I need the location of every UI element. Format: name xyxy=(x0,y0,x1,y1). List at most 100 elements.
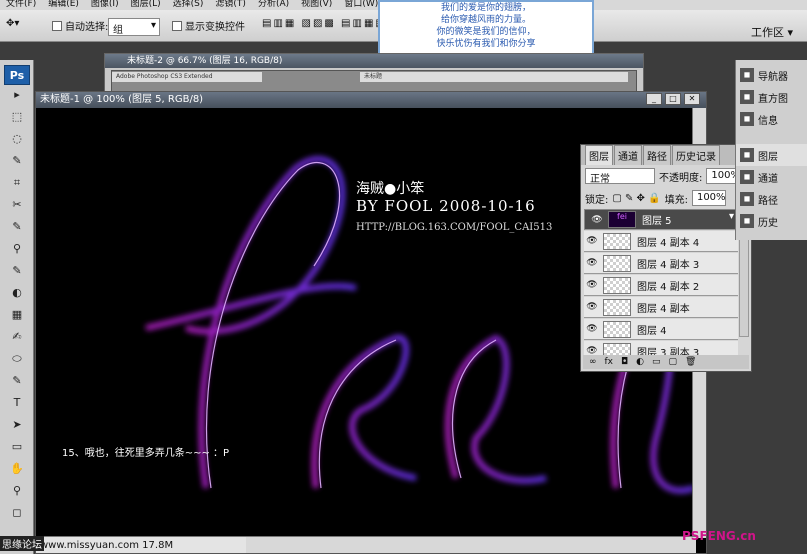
tool-icon[interactable]: ✎ xyxy=(9,154,25,168)
menu-item[interactable]: 文件(F) xyxy=(6,0,36,9)
layer-thumbnail xyxy=(603,254,631,272)
tool-icon[interactable]: ◌ xyxy=(9,132,25,146)
dock-label: 路径 xyxy=(758,195,778,207)
tool-icon[interactable]: ▸ xyxy=(9,88,25,102)
layer-row[interactable]: 👁 图层 4 副本 xyxy=(584,297,738,318)
dock-item[interactable]: ◼ 直方图 xyxy=(736,86,807,108)
canvas-title: 海贼●小笨 xyxy=(356,181,425,197)
tool-icon[interactable]: ✂ xyxy=(9,198,25,212)
menu-item[interactable]: 图层(L) xyxy=(131,0,161,9)
dock-item[interactable]: ◼ 通道 xyxy=(736,166,807,188)
tab-1[interactable]: 通道 xyxy=(614,145,642,165)
maximize-button[interactable]: □ xyxy=(665,93,681,105)
layer-name: 图层 4 副本 4 xyxy=(637,237,700,249)
auto-select-label: 自动选择: xyxy=(65,22,109,33)
panel-footer-icon[interactable]: ◐ xyxy=(636,357,644,367)
dock-item[interactable]: ◼ 信息 xyxy=(736,108,807,130)
tool-icon[interactable]: ✍ xyxy=(9,330,25,344)
canvas-byline: BY FOOL 2008-10-16 xyxy=(356,197,536,215)
canvas-url: HTTP://BLOG.163.COM/FOOL_CAI513 xyxy=(356,222,553,233)
menu-item[interactable]: 窗口(W) xyxy=(344,0,378,9)
layer-row[interactable]: 👁 图层 4 副本 4 xyxy=(584,231,738,252)
layer-row[interactable]: 👁 图层 4 副本 2 xyxy=(584,275,738,296)
eye-icon[interactable]: 👁 xyxy=(584,236,600,246)
dock-icon: ◼ xyxy=(740,170,754,184)
tool-icon[interactable]: ▦ xyxy=(9,308,25,322)
dock-item[interactable]: ◼ 导航器 xyxy=(736,64,807,86)
tool-icon[interactable]: ✎ xyxy=(9,374,25,388)
panel-footer-icon[interactable]: ∞ xyxy=(589,357,597,367)
layer-thumbnail xyxy=(603,276,631,294)
tool-icon[interactable]: T xyxy=(9,396,25,410)
tab-3[interactable]: 历史记录 xyxy=(672,145,720,165)
eye-icon[interactable]: 👁 xyxy=(584,302,600,312)
tool-icon[interactable]: ✎ xyxy=(9,220,25,234)
layer-thumbnail xyxy=(603,232,631,250)
minimize-button[interactable]: _ xyxy=(646,93,662,105)
tool-icon[interactable]: ⚲ xyxy=(9,242,25,256)
status-bar: www.missyuan.com 17.8M xyxy=(36,536,246,553)
doc1-title: 未标题-1 @ 100% (图层 5, RGB/8) xyxy=(40,94,204,105)
menu-item[interactable]: 视图(V) xyxy=(301,0,332,9)
tool-icon[interactable]: ⬚ xyxy=(9,110,25,124)
align-icons[interactable]: ▤▥▦ ▧▨▩ ▤▥▦▧ xyxy=(262,18,387,29)
panel-footer-icon[interactable]: fx xyxy=(605,357,614,367)
eye-icon[interactable]: 👁 xyxy=(589,215,605,225)
dock-label: 历史 xyxy=(758,217,778,229)
dock-item[interactable]: ◼ 图层 xyxy=(736,144,807,166)
tooltip-line: 你的微笑是我们的信仰， xyxy=(436,27,536,37)
tool-icon[interactable]: ◐ xyxy=(9,286,25,300)
tooltip-line: 给你穿越风雨的力量。 xyxy=(440,15,531,25)
move-tool-icon[interactable]: ✥▾ xyxy=(6,18,19,29)
dock-label: 通道 xyxy=(758,173,778,185)
panel-footer-icon[interactable]: ▢ xyxy=(669,357,678,367)
layer-row[interactable]: 👁 fei 图层 5 xyxy=(584,209,738,230)
tool-icon[interactable]: ⚲ xyxy=(9,484,25,498)
eye-icon[interactable]: 👁 xyxy=(584,280,600,290)
doc2-inner-left: Adobe Photoshop CS3 Extended xyxy=(112,72,262,82)
tab-2[interactable]: 路径 xyxy=(643,145,671,165)
right-dock: ◼ 导航器 ◼ 直方图 ◼ 信息 ◼ 图层 ◼ 通道 ◼ 路径 ◼ 历史 xyxy=(735,60,807,240)
panel-footer-icon[interactable]: 🗑 xyxy=(685,357,696,367)
blend-mode-dropdown[interactable]: 正常 xyxy=(585,168,655,185)
show-transform-checkbox[interactable] xyxy=(172,20,182,31)
lock-label: 锁定: xyxy=(585,194,609,206)
menu-item[interactable]: 编辑(E) xyxy=(48,0,79,9)
menu-item[interactable]: 图像(I) xyxy=(91,0,119,9)
tool-icon[interactable]: ▭ xyxy=(9,440,25,454)
auto-select[interactable]: 自动选择: xyxy=(52,18,108,33)
tool-icon[interactable]: ⬭ xyxy=(9,352,25,366)
eye-icon[interactable]: 👁 xyxy=(584,324,600,334)
tool-icon[interactable]: ✋ xyxy=(9,462,25,476)
close-button[interactable]: ✕ xyxy=(684,93,700,105)
tool-icon[interactable]: ◻ xyxy=(9,506,25,520)
layers-panel-tabs: 图层 通道 路径 历史记录 xyxy=(581,145,751,165)
doc1-title-bar: 未标题-1 @ 100% (图层 5, RGB/8) _ □ ✕ xyxy=(36,92,706,108)
tool-icon[interactable]: ⌗ xyxy=(9,176,25,190)
layer-row[interactable]: 👁 图层 4 副本 3 xyxy=(584,253,738,274)
menu-item[interactable]: 滤镜(T) xyxy=(215,0,246,9)
tool-icon[interactable]: ➤ xyxy=(9,418,25,432)
dock-label: 图层 xyxy=(758,151,778,163)
menu-item[interactable]: 分析(A) xyxy=(258,0,289,9)
show-transform-label: 显示变换控件 xyxy=(185,22,245,33)
panel-footer-icon[interactable]: ◘ xyxy=(621,357,628,367)
workspace-button[interactable]: 工作区 ▾ xyxy=(751,24,793,40)
tool-icon[interactable]: ✎ xyxy=(9,264,25,278)
lock-icons[interactable]: ▢ ✎ ✥ 🔒 xyxy=(612,193,660,204)
tab-0[interactable]: 图层 xyxy=(585,145,613,165)
auto-select-checkbox[interactable] xyxy=(52,20,62,31)
tooltip-line: 快乐忧伤有我们和你分享 xyxy=(436,39,536,49)
eye-icon[interactable]: 👁 xyxy=(584,258,600,268)
layer-name: 图层 4 xyxy=(637,325,667,337)
layer-thumbnail xyxy=(603,320,631,338)
dock-item[interactable]: ◼ 历史 xyxy=(736,210,807,232)
horizontal-scrollbar[interactable] xyxy=(246,536,696,553)
layer-row[interactable]: 👁 图层 4 xyxy=(584,319,738,340)
auto-select-dropdown[interactable]: 组 xyxy=(108,18,160,36)
menu-item[interactable]: 选择(S) xyxy=(173,0,204,9)
layer-name: 图层 4 副本 3 xyxy=(637,259,700,271)
dock-item[interactable]: ◼ 路径 xyxy=(736,188,807,210)
panel-footer-icon[interactable]: ▭ xyxy=(652,357,661,367)
fill-input[interactable]: 100% xyxy=(691,190,726,206)
